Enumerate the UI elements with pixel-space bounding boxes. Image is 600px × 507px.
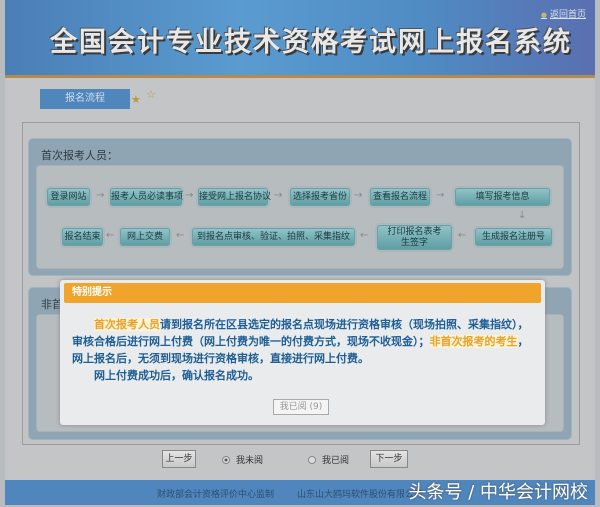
flow-step: 接受网上报名协议 [198,188,271,206]
panel-title: 首次报考人员： [41,149,118,162]
flow-step: 打印报名表考生签字 [377,225,452,250]
star-icon: ☆ [146,88,156,101]
radio-label: 我已阅 [322,456,350,466]
flow-step: 登录网站 [47,188,90,206]
watermark: 头条号 / 中华会计网校 [408,482,588,503]
dialog-title: 特别提示 [64,283,541,303]
system-title: 全国会计专业技术资格考试网上报名系统 [50,27,572,58]
arrow-left-icon: ← [458,230,467,241]
next-button[interactable]: 下一步 [370,450,408,468]
flow-step: 报考人员必读事项 [110,188,183,206]
read-confirm-button[interactable]: 我已阅 (9) [273,399,329,415]
footer-developer: 山东山大鸥玛软件股份有限公司 [297,490,424,500]
radio-read[interactable]: 我已阅 [308,453,349,466]
arrow-right-icon: → [274,190,283,201]
tab-registration-process[interactable]: 报名流程 [40,89,130,109]
flow-area [36,165,564,269]
arrow-right-icon: → [354,190,363,201]
flow-step: 到报名点审核、验证、拍照、采集指纹 [192,228,355,246]
flow-step: 选择报考省份 [290,188,350,206]
radio-selected-icon [222,456,230,464]
radio-icon [308,456,316,464]
dialog-message: 首次报考人员请到报名所在区县选定的报名点现场进行资格审核（现场拍照、采集指纹），… [72,316,532,384]
star-icon: ★ [131,93,141,106]
arrow-right-icon: → [96,190,105,201]
home-link[interactable]: 返回首页 [541,7,586,20]
arrow-left-icon: ← [106,230,115,241]
highlight-non-first-time: 非首次报考的考生 [429,335,518,348]
footer-supervisor: 财政部会计资格评价中心监制 [157,490,275,500]
special-notice-dialog: 特别提示 首次报考人员请到报名所在区县选定的报名点现场进行资格审核（现场拍照、采… [60,280,545,425]
flow-step: 网上交费 [120,228,170,246]
message-text: 网上付费成功后，确认报名成功。 [94,369,259,382]
highlight-first-time: 首次报考人员 [94,318,160,331]
flow-step: 查看报名流程 [370,188,430,206]
flow-step: 报名结束 [62,228,103,246]
arrow-left-icon: ← [176,230,185,241]
flow-step: 生成报名注册号 [475,228,552,246]
flow-step: 填写报考信息 [455,188,550,206]
first-time-panel: 首次报考人员： [28,138,572,276]
arrow-right-icon: → [185,190,194,201]
radio-label: 我未阅 [236,456,264,466]
radio-unread[interactable]: 我未阅 [222,453,263,466]
prev-button[interactable]: 上一步 [162,450,196,468]
arrow-left-icon: ← [360,230,369,241]
arrow-right-icon: → [436,190,445,201]
arrow-down-icon: ↓ [518,210,527,221]
